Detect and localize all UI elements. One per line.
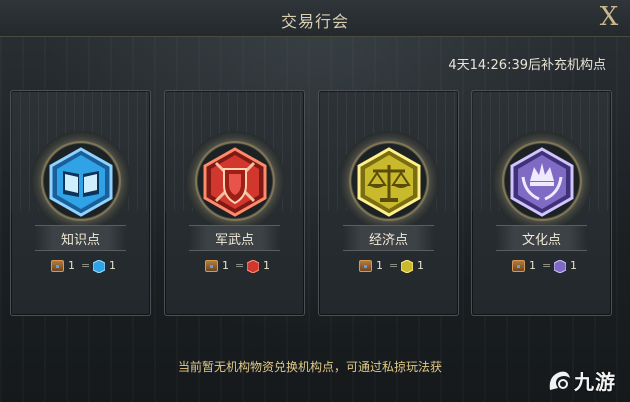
cost-amount: 1 [376, 259, 383, 272]
culture-point-icon [554, 260, 566, 273]
economy-point-icon [401, 260, 413, 273]
book-icon [49, 147, 112, 217]
knowledge-point-icon [93, 260, 105, 273]
gain-amount: 1 [417, 259, 424, 272]
card-label: 军武点 [214, 233, 254, 248]
supply-chest-icon [512, 260, 525, 272]
exchange-rate: 1 = 1 [472, 259, 611, 275]
cost-amount: 1 [68, 259, 75, 272]
window-title: 交易行会 [280, 12, 349, 31]
cost-amount: 1 [529, 259, 536, 272]
gain-amount: 1 [263, 259, 270, 272]
card-label: 知识点 [60, 233, 100, 248]
close-icon[interactable]: X [594, 2, 624, 32]
exchange-rate: 1 = 1 [319, 259, 458, 275]
exchange-card-knowledge[interactable]: 知识点 1 = 1 [10, 90, 151, 316]
card-label: 经济点 [368, 233, 408, 248]
shield-swords-icon [203, 147, 266, 217]
gain-amount: 1 [570, 259, 577, 272]
supply-chest-icon [205, 260, 218, 272]
footer-hint: 当前暂无机构物资兑换机构点，可通过私掠玩法获 [178, 360, 443, 374]
exchange-rate: 1 = 1 [11, 259, 150, 275]
card-label: 文化点 [521, 233, 561, 248]
military-point-icon [247, 260, 259, 273]
exchange-card-economy[interactable]: 经济点 1 = 1 [318, 90, 459, 316]
scales-icon [357, 147, 420, 217]
supply-chest-icon [359, 260, 372, 272]
cost-amount: 1 [222, 259, 229, 272]
crown-laurel-icon [510, 147, 573, 217]
title-bar: 交易行会 X [0, 0, 630, 37]
exchange-rate: 1 = 1 [165, 259, 304, 275]
gain-amount: 1 [109, 259, 116, 272]
supply-chest-icon [51, 260, 64, 272]
exchange-card-military[interactable]: 军武点 1 = 1 [164, 90, 305, 316]
refill-timer: 4天14:26:39后补充机构点 [448, 58, 606, 73]
exchange-card-culture[interactable]: 文化点 1 = 1 [471, 90, 612, 316]
watermark-text: 九游 [574, 370, 616, 394]
